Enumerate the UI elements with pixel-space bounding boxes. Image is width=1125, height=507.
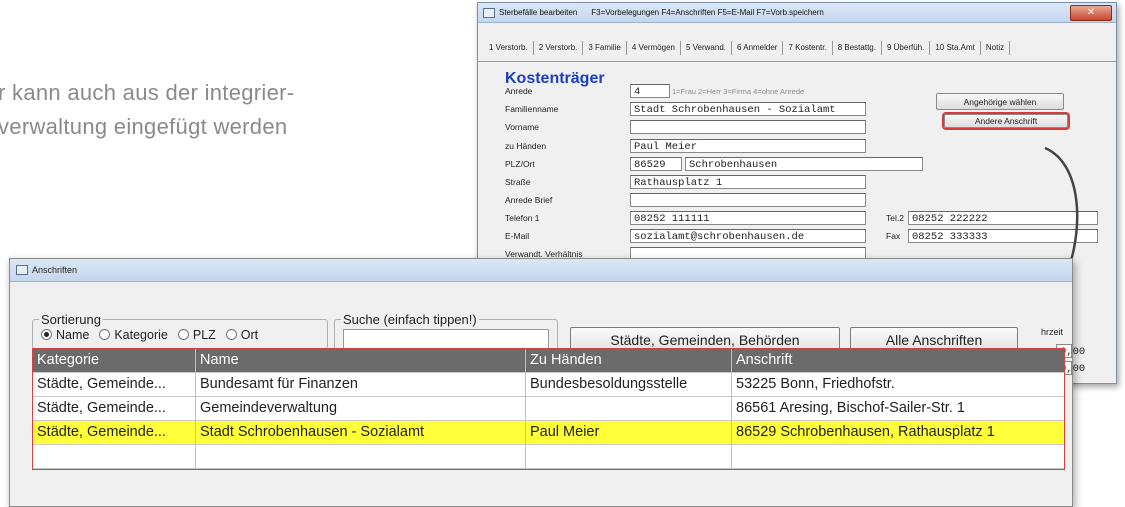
column-header[interactable]: Anschrift bbox=[732, 349, 1064, 372]
table-cell: Städte, Gemeinde... bbox=[33, 397, 196, 420]
sortierung-label: Sortierung bbox=[39, 312, 103, 327]
table-row[interactable]: Städte, Gemeinde... Gemeindeverwaltung 865… bbox=[33, 397, 1064, 421]
window-title: Anschriften bbox=[32, 265, 78, 275]
table-row[interactable]: Städte, Gemeinde... Bundesamt für Finanze… bbox=[33, 373, 1064, 397]
tab-4[interactable]: 4 Vermögen bbox=[627, 41, 681, 55]
label-anrede: Anrede bbox=[505, 86, 533, 96]
tab-6[interactable]: 6 Anmelder bbox=[732, 41, 784, 55]
app-icon bbox=[483, 7, 495, 18]
window-title: Sterbefälle bearbeiten bbox=[499, 8, 578, 17]
window-titlebar: Anschriften bbox=[10, 259, 1072, 282]
intro-line-1: r kann auch aus der integrier- bbox=[0, 80, 295, 105]
angehoerige-waehlen-button[interactable]: Angehörige wählen bbox=[936, 93, 1064, 110]
label-strasse: Straße bbox=[505, 177, 531, 187]
andere-anschrift-button[interactable]: Andere Anschrift bbox=[942, 112, 1070, 130]
table-cell bbox=[526, 445, 732, 468]
table-cell bbox=[732, 445, 1064, 468]
table-cell: 53225 Bonn, Friedhofstr. bbox=[736, 376, 895, 392]
column-header[interactable]: Zu Händen bbox=[526, 349, 732, 372]
telefon1-field[interactable]: 08252 111111 bbox=[630, 211, 866, 225]
label-anrede-brief: Anrede Brief bbox=[505, 195, 553, 205]
radio-kategorie[interactable]: Kategorie bbox=[99, 328, 168, 342]
tab-11[interactable]: Notiz bbox=[981, 41, 1011, 55]
familienname-field[interactable]: Stadt Schrobenhausen - Sozialamt bbox=[630, 102, 866, 116]
intro-text: r kann auch aus der integrier- verwaltun… bbox=[0, 76, 294, 144]
anrede-field[interactable]: 4 bbox=[630, 84, 670, 98]
radio-dot-icon[interactable] bbox=[225, 329, 237, 340]
label-fax: Fax bbox=[886, 231, 901, 241]
tab-10[interactable]: 10 Sta.Amt bbox=[930, 41, 981, 55]
radio-dot-icon[interactable] bbox=[99, 329, 111, 340]
table-cell bbox=[526, 397, 732, 420]
window-titlebar: Sterbefälle bearbeiten F3=Vorbelegungen … bbox=[478, 3, 1116, 23]
tab-7[interactable]: 7 Kostentr. bbox=[783, 41, 833, 55]
radio-dot-icon[interactable] bbox=[177, 329, 189, 340]
tel2-field[interactable]: 08252 222222 bbox=[908, 211, 1098, 225]
anschriften-window: Anschriften Sortierung Name Kategorie PLZ O… bbox=[9, 258, 1085, 507]
radio-label: Ort bbox=[240, 327, 259, 342]
table-cell: Stadt Schrobenhausen - Sozialamt bbox=[196, 421, 526, 444]
tab-2[interactable]: 2 Verstorb. bbox=[534, 41, 584, 55]
table-row[interactable] bbox=[33, 445, 1064, 469]
column-header[interactable]: Name bbox=[196, 349, 526, 372]
tab-bar: 1 Verstorb. 2 Verstorb. 3 Familie 4 Vermöge… bbox=[478, 23, 1116, 62]
column-header[interactable]: Kategorie bbox=[33, 349, 196, 372]
radio-label: Kategorie bbox=[114, 327, 168, 342]
table-cell: Städte, Gemeinde... bbox=[33, 421, 196, 444]
table-header: Kategorie Name Zu Händen Anschrift bbox=[33, 349, 1064, 373]
app-icon bbox=[16, 265, 28, 275]
label-vorname: Vorname bbox=[505, 122, 540, 132]
table-cell: 86561 Aresing, Bischof-Sailer-Str. 1 bbox=[736, 400, 965, 416]
radio-plz[interactable]: PLZ bbox=[177, 327, 216, 342]
tab-8[interactable]: 8 Bestattg. bbox=[833, 41, 882, 55]
radio-ort[interactable]: Ort bbox=[225, 327, 259, 342]
table-cell: Bundesbesoldungsstelle bbox=[526, 373, 732, 396]
table-cell: Bundesamt für Finanzen bbox=[196, 373, 526, 396]
anrede-brief-field[interactable] bbox=[630, 193, 866, 207]
label-tel2: Tel.2 bbox=[886, 213, 904, 223]
label-plz-ort: PLZ/Ort bbox=[505, 159, 535, 169]
label-telefon1: Telefon 1 bbox=[505, 213, 540, 223]
side-label: hrzeit bbox=[1041, 327, 1064, 337]
anschriften-table: Kategorie Name Zu Händen Anschrift Städte, G… bbox=[32, 348, 1065, 470]
table-cell bbox=[196, 445, 526, 468]
tab-5[interactable]: 5 Verwand. bbox=[681, 41, 732, 55]
ort-field[interactable]: Schrobenhausen bbox=[685, 157, 923, 171]
strasse-field[interactable]: Rathausplatz 1 bbox=[630, 175, 866, 189]
suche-label: Suche (einfach tippen!) bbox=[341, 312, 479, 327]
anrede-hint: 1=Frau 2=Herr 3=Firma 4=ohne Anrede bbox=[672, 87, 805, 96]
table-cell: Gemeindeverwaltung bbox=[196, 397, 526, 420]
radio-dot-icon[interactable] bbox=[41, 329, 52, 340]
vorname-field[interactable] bbox=[630, 120, 866, 134]
fax-field[interactable]: 08252 333333 bbox=[908, 229, 1098, 243]
radio-label: PLZ bbox=[192, 327, 216, 342]
table-row[interactable]: Städte, Gemeinde... Stadt Schrobenhausen … bbox=[33, 421, 1064, 445]
table-cell: 86529 Schrobenhausen, Rathausplatz 1 bbox=[736, 424, 995, 440]
tab-9[interactable]: 9 Überfüh. bbox=[882, 41, 931, 55]
email-field[interactable]: sozialamt@schrobenhausen.de bbox=[630, 229, 866, 243]
tab-1[interactable]: 1 Verstorb. bbox=[484, 41, 534, 55]
close-icon[interactable]: ✕ bbox=[1070, 5, 1112, 21]
tab-3[interactable]: 3 Familie bbox=[583, 41, 627, 55]
intro-line-2: verwaltung eingefügt werden bbox=[0, 114, 288, 139]
shortcut-hints: F3=Vorbelegungen F4=Anschriften F5=E-Mai… bbox=[591, 8, 824, 17]
sortierung-radios: Name Kategorie PLZ Ort bbox=[41, 327, 268, 345]
table-cell bbox=[33, 445, 196, 468]
table-cell: Paul Meier bbox=[526, 421, 732, 444]
label-email: E-Mail bbox=[505, 231, 530, 241]
zu-haenden-field[interactable]: Paul Meier bbox=[630, 139, 866, 153]
sortierung-group: Sortierung Name Kategorie PLZ Ort bbox=[32, 312, 328, 349]
radio-label: Name bbox=[56, 327, 90, 342]
plz-field[interactable]: 86529 bbox=[630, 157, 682, 171]
radio-name[interactable]: Name bbox=[41, 328, 89, 342]
label-familienname: Familienname bbox=[505, 104, 559, 114]
table-cell: Städte, Gemeinde... bbox=[33, 373, 196, 396]
label-zu-haenden: zu Händen bbox=[505, 141, 547, 151]
